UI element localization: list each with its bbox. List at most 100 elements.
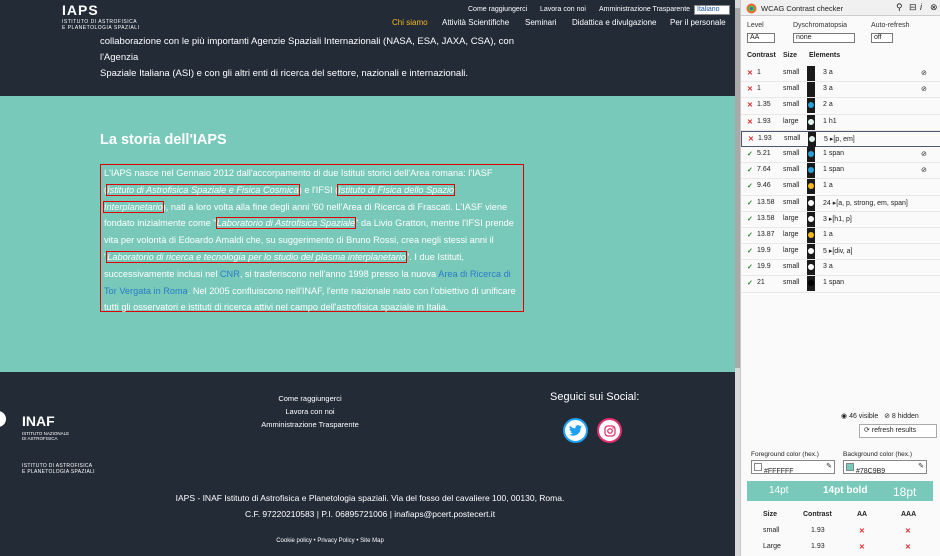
row-contrast: 21 xyxy=(757,279,765,287)
close-icon[interactable]: ⊗ xyxy=(930,2,938,13)
row-elements[interactable]: 3 a xyxy=(823,85,833,92)
intro-line1: collaborazione con le più importanti Age… xyxy=(100,36,514,63)
pass-check-icon: ✓ xyxy=(747,183,753,191)
result-row[interactable]: ✕ 1 small 3 a ⊘ xyxy=(741,66,940,83)
row-size: small xyxy=(783,182,800,190)
result-row[interactable]: ✓ 13.58 small 24 ▸[a, p, strong, em, span] xyxy=(741,195,940,212)
result-row[interactable]: ✓ 19.9 large 5 ▸[div, a] xyxy=(741,244,940,261)
nav-personale[interactable]: Per il personale xyxy=(670,18,726,27)
fail-x-icon: ✕ xyxy=(747,86,753,94)
inaf-subtitle: ISTITUTO NAZIONALE DI ASTROFISICA xyxy=(22,431,95,441)
twitter-icon[interactable] xyxy=(563,418,588,443)
refresh-label: refresh results xyxy=(871,427,917,434)
row-elements[interactable]: 1 h1 xyxy=(823,118,837,125)
auto-refresh-select[interactable]: off xyxy=(871,33,893,43)
logo-subtitle: ISTITUTO DI ASTROFISICA E PLANETOLOGIA S… xyxy=(62,19,139,31)
eyedropper-icon[interactable]: ✎ xyxy=(918,461,924,473)
inaf-logo[interactable]: INAF xyxy=(22,413,95,429)
pin-icon[interactable]: ⚲ xyxy=(896,2,903,13)
result-row[interactable]: ✕ 1 small 3 a ⊘ xyxy=(741,82,940,99)
para-emphasis: Istituto di Astrofisica Spaziale e Fisic… xyxy=(106,183,300,196)
hide-toggle-icon[interactable]: ⊘ xyxy=(921,85,927,93)
result-row[interactable]: ✓ 7.64 small 1 span ⊘ xyxy=(741,163,940,180)
row-elements[interactable]: 1 span xyxy=(823,279,844,286)
foreground-color-input[interactable]: #FFFFFF ✎ xyxy=(751,460,835,475)
info-icon[interactable]: i xyxy=(920,2,922,12)
inaf-sub2: DI ASTROFISICA xyxy=(22,436,58,441)
dyschromatopsia-label: Dyschromatopsia xyxy=(793,22,848,29)
util-link-careers[interactable]: Lavora con noi xyxy=(540,6,586,13)
row-elements[interactable]: 1 a xyxy=(823,182,833,189)
eyedropper-icon[interactable]: ✎ xyxy=(826,461,832,473)
top-navigation: IAPS ISTITUTO DI ASTROFISICA E PLANETOLO… xyxy=(0,0,740,34)
eye-slash-icon: ⊘ xyxy=(884,413,890,420)
row-contrast: 1.35 xyxy=(757,101,771,109)
hide-toggle-icon[interactable]: ⊘ xyxy=(921,69,927,77)
row-elements[interactable]: 24 ▸[a, p, strong, em, span] xyxy=(823,199,908,207)
hide-toggle-icon[interactable]: ⊘ xyxy=(921,150,927,158)
row-elements[interactable]: 3 a xyxy=(823,69,833,76)
result-row[interactable]: ✓ 5.21 small 1 span ⊘ xyxy=(741,146,940,164)
result-row[interactable]: ✓ 19.9 small 3 a xyxy=(741,260,940,277)
util-link-directions[interactable]: Come raggiungerci xyxy=(468,6,527,13)
iaps-footer-logo[interactable]: ISTITUTO DI ASTROFISICA E PLANETOLOGIA S… xyxy=(22,463,95,475)
extension-logo-icon xyxy=(746,3,757,14)
nav-chi-siamo[interactable]: Chi siamo xyxy=(392,18,428,27)
pass-check-icon: ✓ xyxy=(747,248,753,256)
result-row[interactable]: ✓ 13.58 large 3 ▸[h1, p] xyxy=(741,211,940,228)
row-elements[interactable]: 1 a xyxy=(823,231,833,238)
hide-toggle-icon[interactable]: ⊘ xyxy=(921,166,927,174)
util-link-transparency[interactable]: Amministrazione Trasparente xyxy=(599,6,690,13)
instagram-icon[interactable] xyxy=(597,418,622,443)
result-row[interactable]: ✕ 1.93 small 5 ▸[p, em] xyxy=(741,130,940,147)
link-cnr[interactable]: CNR xyxy=(220,269,240,279)
para-text: , si trasferiscono nell'anno 1998 presso… xyxy=(239,268,439,279)
col-contrast[interactable]: Contrast xyxy=(747,52,776,59)
row-elements[interactable]: 3 ▸[h1, p] xyxy=(823,215,852,223)
language-select[interactable]: Italiano xyxy=(694,5,730,15)
row-size: small xyxy=(783,263,800,271)
hidden-count: 8 hidden xyxy=(891,413,919,420)
pass-check-icon: ✓ xyxy=(747,167,753,175)
level-label: Level xyxy=(747,22,764,29)
dyschromatopsia-select[interactable]: none xyxy=(793,33,855,43)
panel-title: WCAG Contrast checker xyxy=(761,4,844,13)
site-logo[interactable]: IAPS xyxy=(62,2,99,18)
address-line2: C.F. 97220210583 | P.I. 06895721006 | in… xyxy=(244,509,496,519)
nav-attivita-scientifiche[interactable]: Attività Scientifiche xyxy=(442,18,509,27)
row-elements[interactable]: 1 span xyxy=(823,166,844,173)
inaf-star-icon xyxy=(0,411,6,427)
row-elements[interactable]: 2 a xyxy=(823,101,833,108)
refresh-results-button[interactable]: ⟳ refresh results xyxy=(859,424,937,438)
result-row[interactable]: ✓ 9.46 small 1 a xyxy=(741,179,940,196)
row-size: small xyxy=(783,85,800,93)
preview-14pt-bold: 14pt bold xyxy=(823,485,868,496)
result-row[interactable]: ✕ 1.93 large 1 h1 xyxy=(741,114,940,131)
legal-links[interactable]: Cookie policy • Privacy Policy • Site Ma… xyxy=(230,538,430,544)
nav-seminari[interactable]: Seminari xyxy=(525,18,557,27)
address-line1: IAPS - INAF Istituto di Astrofisica e Pl… xyxy=(175,493,565,503)
footer-link-transparency[interactable]: Amministrazione Trasparente xyxy=(240,418,380,431)
row-elements[interactable]: 5 ▸[div, a] xyxy=(823,247,852,255)
dock-icon[interactable]: ⊟ xyxy=(909,2,917,13)
pass-check-icon: ✓ xyxy=(747,199,753,207)
result-row[interactable]: ✓ 21 small 1 span xyxy=(741,276,940,293)
result-col-aaa: AAA xyxy=(901,511,917,518)
nav-didattica[interactable]: Didattica e divulgazione xyxy=(572,18,657,27)
row-elements[interactable]: 3 a xyxy=(823,263,833,270)
row-contrast: 9.46 xyxy=(757,182,771,190)
col-size[interactable]: Size xyxy=(783,52,797,59)
row-elements[interactable]: 5 ▸[p, em] xyxy=(824,135,855,143)
row-color-dot xyxy=(808,118,814,125)
result-row[interactable]: ✕ 1.35 small 2 a xyxy=(741,98,940,115)
result-row[interactable]: ✓ 13.87 large 1 a xyxy=(741,227,940,245)
footer-link-careers[interactable]: Lavora con noi xyxy=(240,405,380,418)
row-contrast: 13.87 xyxy=(757,230,775,238)
logo-subtitle-line2: E PLANETOLOGIA SPAZIALI xyxy=(62,25,140,31)
footer-link-directions[interactable]: Come raggiungerci xyxy=(240,392,380,405)
col-elements[interactable]: Elements xyxy=(809,52,840,59)
row-elements[interactable]: 1 span xyxy=(823,150,844,157)
background-color-input[interactable]: #78C9B9 ✎ xyxy=(843,460,927,475)
level-select[interactable]: AA xyxy=(747,33,775,43)
result-contrast: 1.93 xyxy=(811,543,825,550)
